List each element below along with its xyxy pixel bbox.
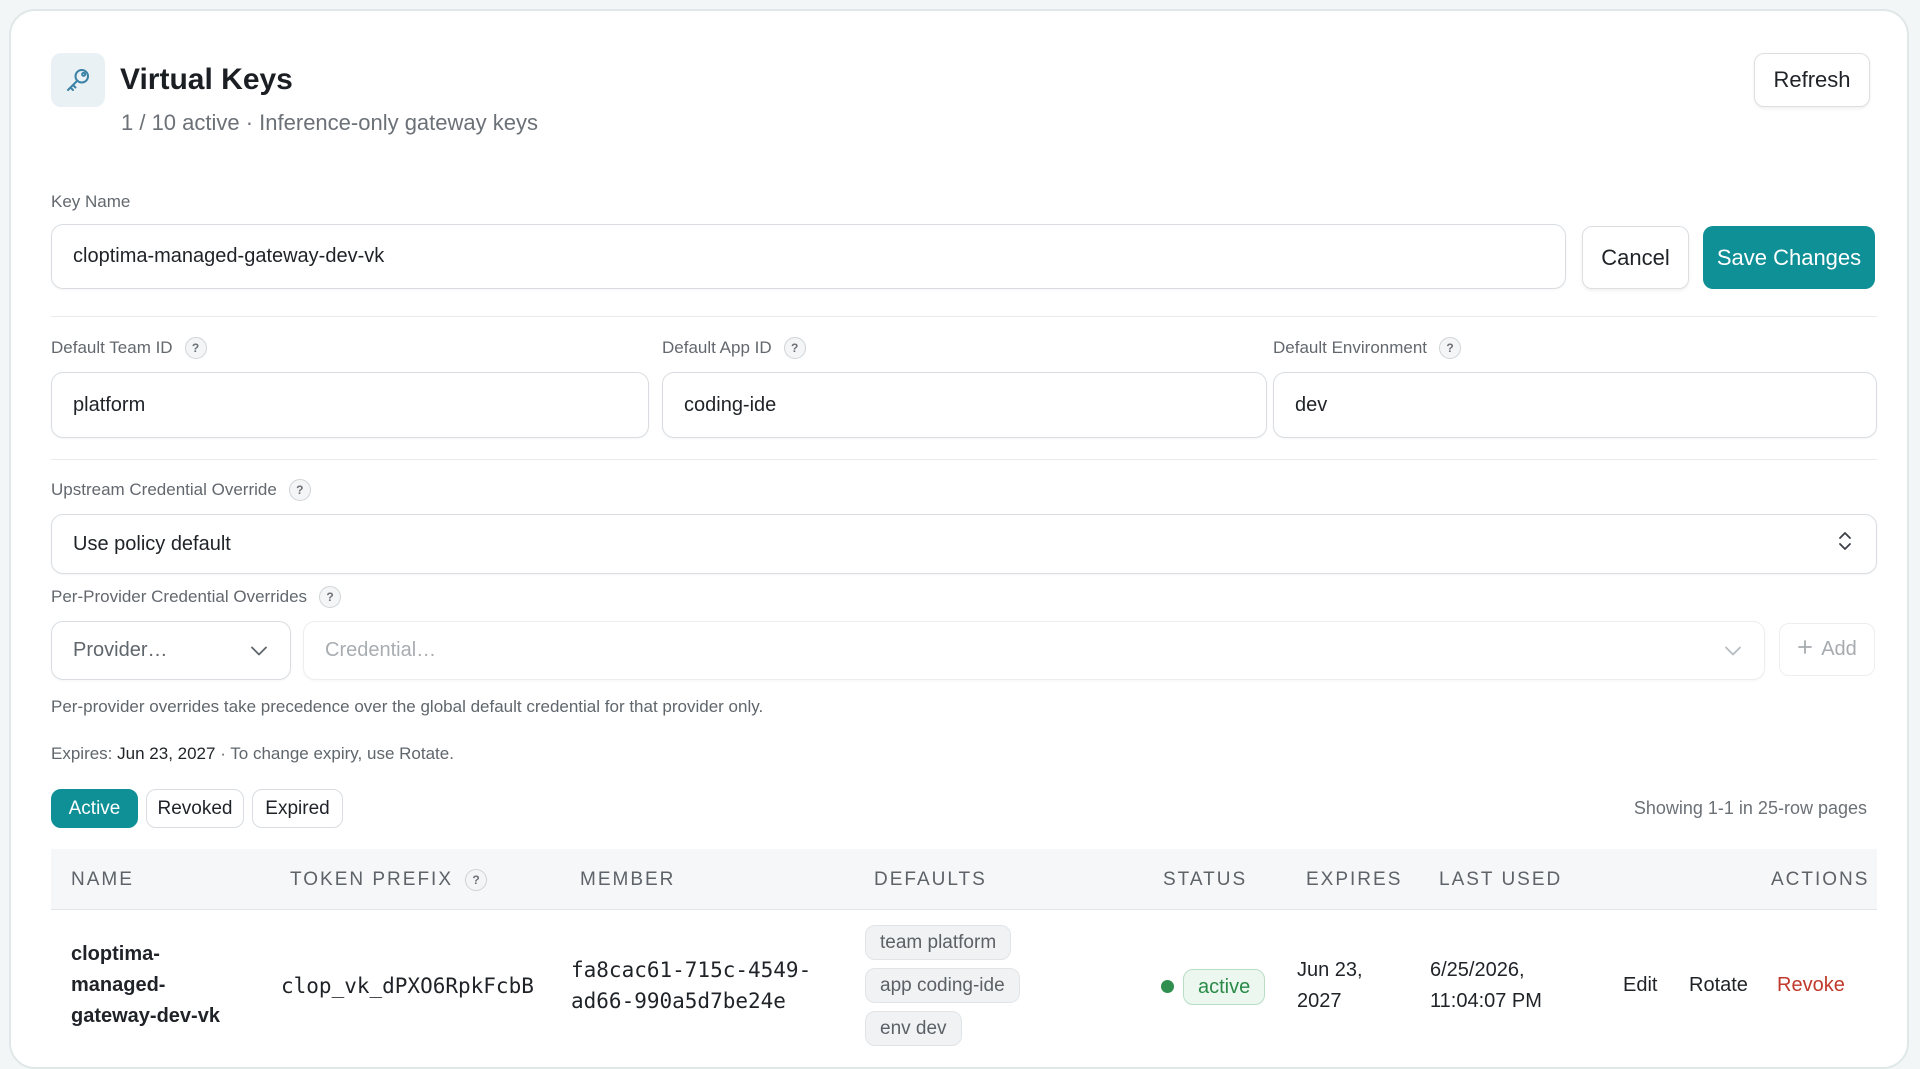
- key-name-label: Key Name: [51, 192, 130, 212]
- row-member-line: fa8cac61-715c-4549-: [571, 958, 812, 982]
- default-app-input[interactable]: coding-ide: [662, 372, 1267, 438]
- status-badge: active: [1183, 969, 1266, 1005]
- default-tag: env dev: [865, 1011, 962, 1046]
- expiry-date: Jun 23, 2027: [117, 744, 216, 763]
- divider: [51, 316, 1877, 317]
- upstream-credential-select[interactable]: Use policy default: [51, 514, 1877, 574]
- per-provider-label-text: Per-Provider Credential Overrides: [51, 587, 308, 606]
- save-changes-button[interactable]: Save Changes: [1703, 226, 1875, 289]
- upstream-credential-label-text: Upstream Credential Override: [51, 480, 277, 499]
- key-name-value: cloptima-managed-gateway-dev-vk: [73, 245, 385, 267]
- help-icon[interactable]: ?: [319, 586, 342, 608]
- row-last-used-line: 6/25/2026,: [1430, 959, 1525, 981]
- key-icon: [51, 53, 105, 107]
- expiry-prefix: Expires:: [51, 744, 113, 763]
- pagination-summary: Showing 1-1 in 25-row pages: [1633, 798, 1867, 818]
- column-defaults: DEFAULTS: [874, 868, 987, 890]
- virtual-keys-panel: Virtual Keys 1 / 10 active · Inference-o…: [9, 9, 1909, 1069]
- upstream-credential-value: Use policy default: [73, 532, 231, 555]
- help-icon[interactable]: ?: [1439, 337, 1462, 359]
- column-token-prefix: TOKEN PREFIX ?: [290, 849, 488, 910]
- help-icon[interactable]: ?: [465, 868, 488, 891]
- default-tag: app coding-ide: [865, 968, 1020, 1003]
- provider-select[interactable]: Provider…: [51, 621, 291, 680]
- expiry-suffix: · To change expiry, use Rotate.: [220, 744, 454, 763]
- credential-select[interactable]: Credential…: [303, 621, 1765, 680]
- row-expires-line: 2027: [1297, 990, 1342, 1012]
- row-expires: Jun 23, 2027: [1297, 955, 1363, 1017]
- column-status: STATUS: [1163, 868, 1248, 890]
- page-subtitle: 1 / 10 active · Inference-only gateway k…: [121, 110, 538, 135]
- provider-placeholder: Provider…: [73, 639, 168, 661]
- status-dot-icon: [1161, 980, 1174, 993]
- default-environment-value: dev: [1295, 393, 1328, 416]
- default-app-label-text: Default App ID: [662, 338, 772, 357]
- default-app-value: coding-ide: [684, 393, 777, 416]
- page-title: Virtual Keys: [120, 63, 293, 96]
- upstream-credential-label: Upstream Credential Override ?: [51, 479, 311, 501]
- cancel-button[interactable]: Cancel: [1582, 226, 1689, 289]
- default-team-input[interactable]: platform: [51, 372, 649, 438]
- default-environment-input[interactable]: dev: [1273, 372, 1877, 438]
- row-member: fa8cac61-715c-4549- ad66-990a5d7be24e: [571, 955, 811, 1017]
- edit-button[interactable]: Edit: [1623, 974, 1657, 997]
- per-provider-note: Per-provider overrides take precedence o…: [51, 697, 764, 716]
- row-name-line: gateway-dev-vk: [71, 1005, 220, 1027]
- row-last-used: 6/25/2026, 11:04:07 PM: [1430, 955, 1542, 1017]
- add-label: Add: [1821, 638, 1857, 660]
- default-environment-label-text: Default Environment: [1273, 338, 1428, 357]
- filter-expired[interactable]: Expired: [252, 789, 343, 828]
- per-provider-label: Per-Provider Credential Overrides ?: [51, 586, 342, 608]
- row-name: cloptima- managed- gateway-dev-vk: [71, 939, 220, 1032]
- revoke-button[interactable]: Revoke: [1777, 974, 1845, 997]
- credential-placeholder: Credential…: [325, 639, 437, 661]
- default-environment-label: Default Environment ?: [1273, 337, 1462, 359]
- expiry-note: Expires: Jun 23, 2027 · To change expiry…: [51, 744, 454, 764]
- row-last-used-line: 11:04:07 PM: [1430, 990, 1542, 1012]
- column-last-used: LAST USED: [1439, 868, 1563, 890]
- default-team-value: platform: [73, 393, 146, 416]
- default-team-label: Default Team ID ?: [51, 337, 207, 359]
- divider: [51, 459, 1877, 460]
- row-token-prefix: clop_vk_dPXO6RpkFcbB: [281, 974, 534, 998]
- column-token-prefix-label: TOKEN PREFIX: [290, 868, 454, 890]
- default-team-label-text: Default Team ID: [51, 338, 173, 357]
- refresh-button[interactable]: Refresh: [1754, 53, 1870, 107]
- default-tag: team platform: [865, 925, 1012, 960]
- filter-active[interactable]: Active: [51, 789, 138, 828]
- chevron-down-icon: [1724, 639, 1742, 662]
- key-name-input[interactable]: cloptima-managed-gateway-dev-vk: [51, 224, 1566, 289]
- rotate-button[interactable]: Rotate: [1689, 974, 1748, 997]
- row-name-line: managed-: [71, 974, 166, 996]
- row-name-line: cloptima-: [71, 943, 160, 965]
- column-member: MEMBER: [580, 868, 676, 890]
- help-icon[interactable]: ?: [783, 337, 806, 359]
- chevron-down-icon: [250, 639, 268, 662]
- help-icon[interactable]: ?: [184, 337, 207, 359]
- default-app-label: Default App ID ?: [662, 337, 806, 359]
- row-member-line: ad66-990a5d7be24e: [571, 989, 786, 1013]
- column-expires: EXPIRES: [1306, 868, 1403, 890]
- column-actions: ACTIONS: [1771, 868, 1870, 890]
- plus-icon: [1797, 638, 1813, 661]
- table-header: NAME TOKEN PREFIX ? MEMBER DEFAULTS STAT…: [51, 849, 1877, 910]
- filter-revoked[interactable]: Revoked: [146, 789, 244, 828]
- chevron-up-down-icon: [1836, 529, 1854, 559]
- help-icon[interactable]: ?: [288, 479, 311, 501]
- column-name: NAME: [71, 868, 134, 890]
- row-expires-line: Jun 23,: [1297, 959, 1363, 981]
- add-override-button[interactable]: Add: [1779, 623, 1875, 676]
- key-name-label-text: Key Name: [51, 192, 131, 211]
